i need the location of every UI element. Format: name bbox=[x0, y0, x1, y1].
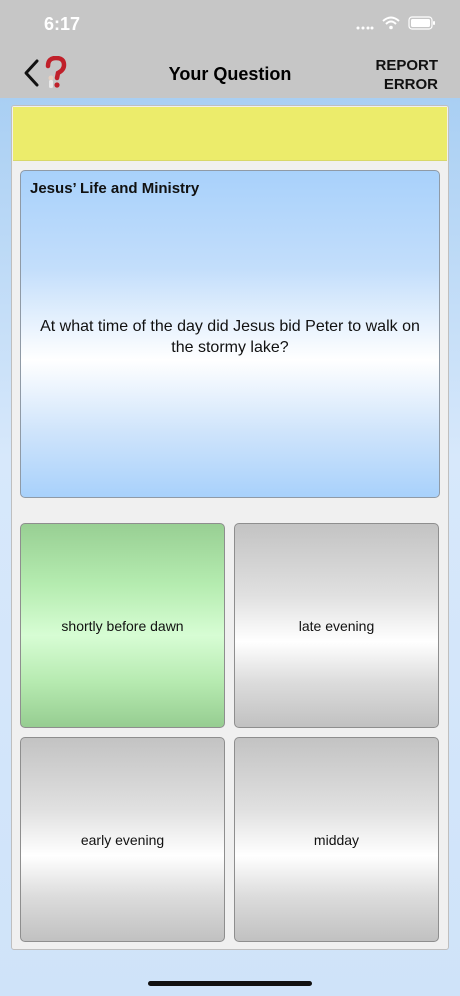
report-label-line2: ERROR bbox=[383, 76, 438, 93]
question-text: At what time of the day did Jesus bid Pe… bbox=[40, 318, 420, 356]
battery-icon bbox=[408, 16, 436, 35]
question-category: Jesus’ Life and Ministry bbox=[30, 180, 200, 197]
question-box: Jesus’ Life and Ministry At what time of… bbox=[20, 170, 440, 498]
status-icons bbox=[356, 16, 436, 35]
status-time: 6:17 bbox=[44, 14, 81, 34]
status-bar: 6:17 bbox=[0, 0, 460, 50]
answer-button-2[interactable]: late evening bbox=[234, 523, 439, 728]
home-indicator[interactable] bbox=[148, 981, 312, 986]
wifi-icon bbox=[382, 16, 400, 35]
answer-button-1[interactable]: shortly before dawn bbox=[20, 523, 225, 728]
navigation-bar: Your Question REPORT ERROR bbox=[0, 50, 460, 98]
cellular-icon bbox=[356, 17, 374, 35]
status-banner bbox=[13, 107, 447, 161]
report-error-button[interactable]: REPORT ERROR bbox=[375, 56, 438, 94]
answer-button-3[interactable]: early evening bbox=[20, 737, 225, 942]
answer-button-4[interactable]: midday bbox=[234, 737, 439, 942]
report-label-line1: REPORT bbox=[375, 57, 438, 74]
